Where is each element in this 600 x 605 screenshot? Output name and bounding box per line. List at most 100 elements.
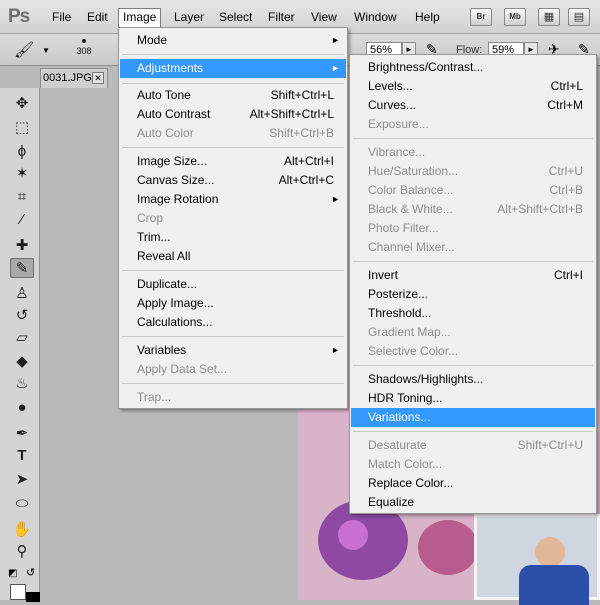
crop-tool-icon[interactable]: ⌗ <box>10 187 34 207</box>
menu-item-levels[interactable]: Levels... Ctrl+L <box>351 77 595 96</box>
child-photo <box>474 514 600 605</box>
history-brush-tool-icon[interactable]: ↺ <box>10 306 34 326</box>
menu-filter[interactable]: Filter <box>268 10 295 24</box>
menu-layer[interactable]: Layer <box>174 10 204 24</box>
path-selection-tool-icon[interactable]: ➤ <box>10 470 34 490</box>
menu-item-curves[interactable]: Curves... Ctrl+M <box>351 96 595 115</box>
menu-separator <box>122 383 344 384</box>
document-tab[interactable]: 0031.JPG ✕ <box>40 68 108 88</box>
brush-size-picker[interactable]: 308 <box>68 37 100 63</box>
brush-tool-preset-icon[interactable]: 🖌 <box>14 40 38 59</box>
menu-item-image-rotation[interactable]: Image Rotation ► <box>120 190 346 209</box>
hand-tool-icon[interactable]: ✋ <box>10 520 34 540</box>
type-tool-icon[interactable]: T <box>10 446 34 466</box>
menu-item-shadows-highlights[interactable]: Shadows/Highlights... <box>351 370 595 389</box>
screen-mode-icon[interactable]: ▦ <box>538 8 560 26</box>
menu-help[interactable]: Help <box>415 10 440 24</box>
clone-stamp-tool-icon[interactable]: ♙ <box>10 284 34 304</box>
menu-item-desaturate: Desaturate Shift+Ctrl+U <box>368 438 583 452</box>
menu-item-auto-color: Auto Color Shift+Ctrl+B <box>137 126 334 140</box>
document-tab-title: 0031.JPG <box>43 72 92 84</box>
menu-item-selective-color: Selective Color... <box>368 344 459 358</box>
lasso-tool-icon[interactable]: ϕ <box>10 142 34 162</box>
menu-item-black-white: Black & White... Alt+Shift+Ctrl+B <box>368 202 583 216</box>
menu-item-auto-contrast[interactable]: Auto Contrast Alt+Shift+Ctrl+L <box>120 105 346 124</box>
menu-separator <box>353 138 593 139</box>
submenu-arrow-icon: ► <box>331 63 340 73</box>
menu-item-hdr-toning[interactable]: HDR Toning... <box>351 389 595 408</box>
menu-item-hue-saturation: Hue/Saturation... Ctrl+U <box>368 164 583 178</box>
adjustments-submenu: Brightness/Contrast... Levels... Ctrl+L C… <box>349 54 597 514</box>
default-colors-icon[interactable]: ◩ <box>8 568 17 579</box>
image-menu: Mode ► Adjustments ► Auto Tone Shift+Ctrl+L… <box>118 27 348 409</box>
menu-window[interactable]: Window <box>354 10 397 24</box>
menu-item-canvas-size[interactable]: Canvas Size... Alt+Ctrl+C <box>120 171 346 190</box>
menu-item-variations[interactable]: Variations... <box>351 408 595 427</box>
quick-selection-tool-icon[interactable]: ✶ <box>10 164 34 184</box>
menu-item-photo-filter: Photo Filter... <box>368 221 439 235</box>
menu-item-crop: Crop <box>137 211 164 225</box>
menu-separator <box>122 270 344 271</box>
eyedropper-tool-icon[interactable]: ⁄ <box>10 210 34 230</box>
eraser-tool-icon[interactable]: ▱ <box>10 328 34 348</box>
menu-item-gradient-map: Gradient Map... <box>368 325 451 339</box>
paint-bucket-tool-icon[interactable]: ◆ <box>10 352 34 372</box>
menu-item-calculations[interactable]: Calculations... <box>120 313 346 332</box>
menu-item-adjustments[interactable]: Adjustments ► <box>120 59 346 78</box>
menu-item-replace-color[interactable]: Replace Color... <box>351 474 595 493</box>
menu-item-image-size[interactable]: Image Size... Alt+Ctrl+I <box>120 152 346 171</box>
ellipse-shape-tool-icon[interactable]: ⬭ <box>10 494 34 514</box>
menu-item-apply-image[interactable]: Apply Image... <box>120 294 346 313</box>
chevron-down-icon[interactable]: ▼ <box>42 46 50 55</box>
gem-image <box>338 520 368 550</box>
menu-item-mode[interactable]: Mode ► <box>120 31 346 50</box>
menu-item-posterize[interactable]: Posterize... <box>351 285 595 304</box>
menu-separator <box>353 365 593 366</box>
move-tool-icon[interactable]: ✥ <box>10 94 34 114</box>
background-color-swatch[interactable] <box>26 592 40 602</box>
menu-item-apply-data-set: Apply Data Set... <box>137 362 228 376</box>
submenu-arrow-icon: ► <box>331 345 340 355</box>
close-icon[interactable]: ✕ <box>92 72 104 84</box>
menu-item-exposure: Exposure... <box>368 117 429 131</box>
blur-tool-icon[interactable]: ♨ <box>10 374 34 394</box>
menu-item-color-balance: Color Balance... Ctrl+B <box>368 183 583 197</box>
brush-tip-icon <box>82 39 86 43</box>
menu-separator <box>122 83 344 84</box>
flower-image <box>418 520 478 575</box>
menu-item-trim[interactable]: Trim... <box>120 228 346 247</box>
menu-edit[interactable]: Edit <box>87 10 108 24</box>
photoshop-logo: Ps <box>8 6 30 27</box>
menu-view[interactable]: View <box>311 10 337 24</box>
child-jacket <box>519 565 589 605</box>
swap-colors-icon[interactable]: ↺ <box>26 566 35 579</box>
menu-select[interactable]: Select <box>219 10 252 24</box>
menu-separator <box>122 147 344 148</box>
menu-item-trap: Trap... <box>137 390 172 404</box>
menu-item-variables[interactable]: Variables ► <box>120 341 346 360</box>
marquee-tool-icon[interactable]: ⬚ <box>10 118 34 138</box>
menu-item-threshold[interactable]: Threshold... <box>351 304 595 323</box>
menu-item-brightness-contrast[interactable]: Brightness/Contrast... <box>351 58 595 77</box>
zoom-tool-icon[interactable]: ⚲ <box>10 542 34 562</box>
menu-separator <box>122 336 344 337</box>
menu-item-vibrance: Vibrance... <box>368 145 426 159</box>
foreground-color-swatch[interactable] <box>10 584 26 600</box>
dodge-tool-icon[interactable]: ● <box>10 398 34 418</box>
bridge-button[interactable]: Br <box>470 8 492 26</box>
menu-item-invert[interactable]: Invert Ctrl+I <box>351 266 595 285</box>
brush-tool-icon[interactable]: ✎ <box>10 258 34 278</box>
menu-image[interactable]: Image <box>118 8 162 28</box>
arrange-documents-icon[interactable]: ▤ <box>568 8 590 26</box>
menu-separator <box>353 431 593 432</box>
menu-item-duplicate[interactable]: Duplicate... <box>120 275 346 294</box>
menu-item-reveal-all[interactable]: Reveal All <box>120 247 346 266</box>
healing-brush-tool-icon[interactable]: ✚ <box>10 236 34 256</box>
menu-separator <box>353 261 593 262</box>
menu-file[interactable]: File <box>52 10 71 24</box>
mini-bridge-button[interactable]: Mb <box>504 8 526 26</box>
menu-item-auto-tone[interactable]: Auto Tone Shift+Ctrl+L <box>120 86 346 105</box>
submenu-arrow-icon: ► <box>331 35 340 45</box>
menu-item-equalize[interactable]: Equalize <box>351 493 595 512</box>
pen-tool-icon[interactable]: ✒ <box>10 424 34 444</box>
